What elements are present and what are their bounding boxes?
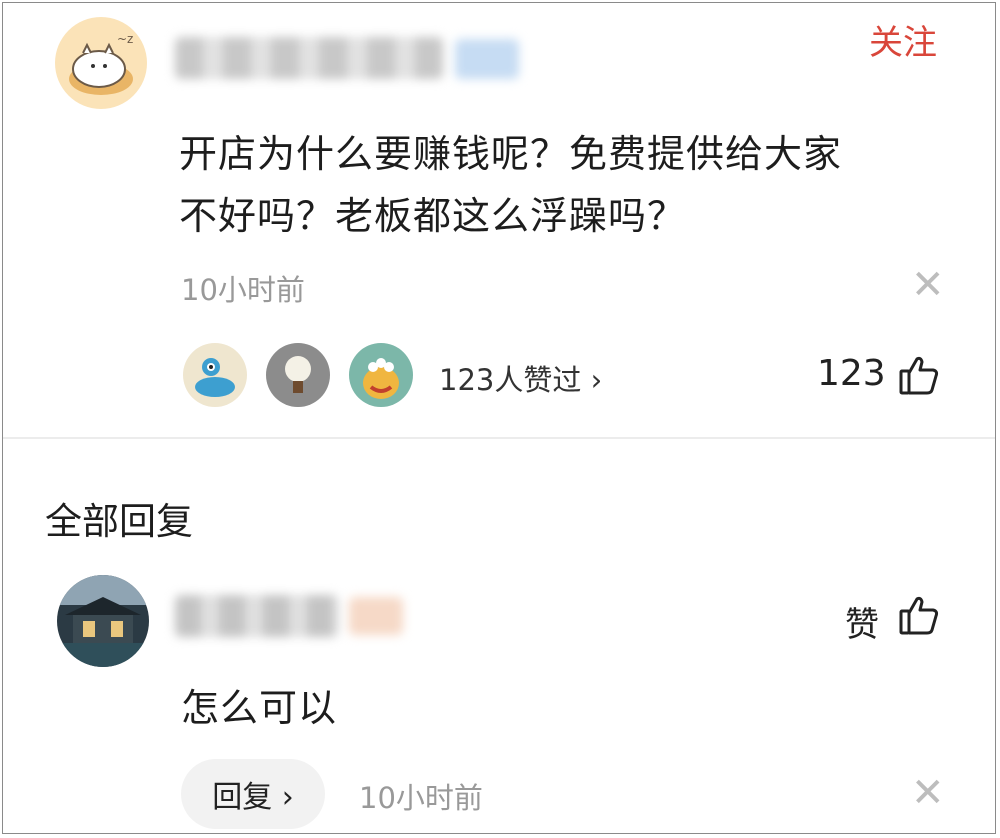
post-text-line-1: 开店为什么要赚钱呢？免费提供给大家 [179, 132, 843, 176]
comment-detail-panel: ~z 关注 开店为什么要赚钱呢？免费提供给大家 不好吗？老板都这么浮躁吗？ 10… [2, 2, 996, 834]
reply-like-label[interactable]: 赞 [845, 597, 879, 646]
reply-timestamp: 10小时前 [359, 781, 483, 815]
post-author-avatar[interactable]: ~z [55, 17, 147, 109]
likers-summary-link[interactable]: 123人赞过 › [439, 357, 602, 399]
reply-author-name-redacted [175, 595, 339, 637]
reply-text: 怎么可以 [181, 686, 338, 730]
reply-author-avatar[interactable] [57, 575, 149, 667]
post-text-line-2: 不好吗？老板都这么浮躁吗？ [179, 194, 687, 238]
post-author-badge-redacted [455, 39, 519, 79]
post-like-count: 123 [817, 353, 886, 394]
reply-button[interactable]: 回复 › [181, 759, 325, 829]
follow-button[interactable]: 关注 [869, 15, 937, 64]
post-author-name-redacted [175, 37, 443, 79]
thumbs-up-icon[interactable] [897, 353, 941, 397]
liker-avatar-3[interactable] [349, 343, 413, 407]
all-replies-heading: 全部回复 [45, 500, 193, 543]
close-icon[interactable]: ✕ [911, 773, 945, 813]
thumbs-up-icon[interactable] [897, 593, 941, 637]
reply-author-badge-redacted [349, 597, 403, 635]
liker-avatar-1[interactable] [183, 343, 247, 407]
post-timestamp: 10小时前 [181, 273, 305, 307]
svg-text:~z: ~z [117, 32, 133, 46]
section-divider [3, 437, 995, 439]
close-icon[interactable]: ✕ [911, 265, 945, 305]
liker-avatar-2[interactable] [266, 343, 330, 407]
